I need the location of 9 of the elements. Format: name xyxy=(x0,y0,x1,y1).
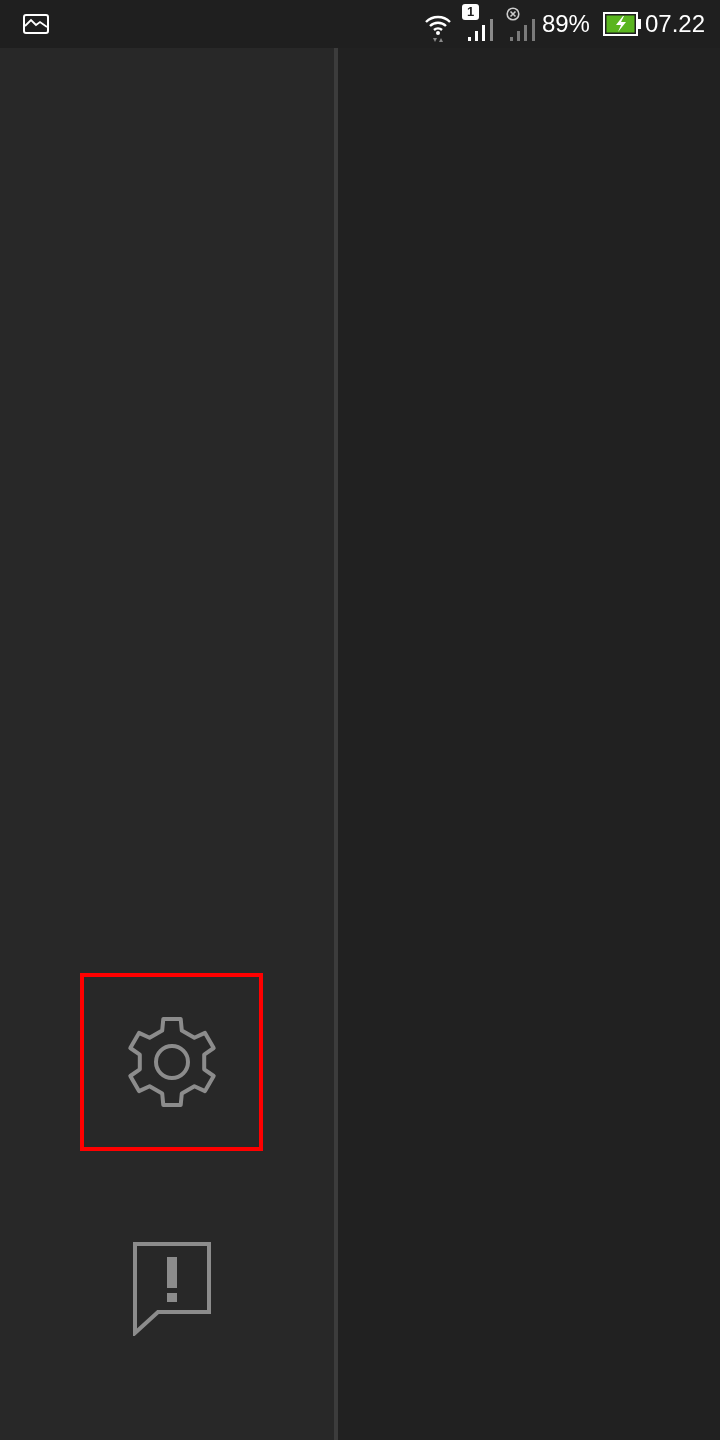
image-icon xyxy=(23,14,49,34)
sim-badge: 1 xyxy=(461,4,480,20)
wifi-icon xyxy=(423,13,452,43)
clock-time: 07.22 xyxy=(644,10,705,38)
x-circle-icon xyxy=(505,7,520,21)
settings-icon xyxy=(125,1016,218,1108)
settings-button[interactable] xyxy=(80,973,263,1151)
feedback-icon xyxy=(132,1242,211,1336)
battery-percentage: 89% xyxy=(541,10,590,38)
